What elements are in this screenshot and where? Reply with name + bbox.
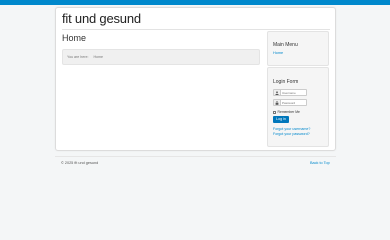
password-input[interactable] <box>282 100 306 105</box>
lock-icon <box>274 100 281 105</box>
menu-item-home[interactable]: Home <box>273 51 283 55</box>
breadcrumb-current: Home <box>93 55 104 59</box>
forgot-password-link[interactable]: Forgot your password? <box>273 132 310 136</box>
remember-me-checkbox[interactable] <box>273 110 276 114</box>
footer-divider <box>55 156 336 157</box>
page-title: Home <box>62 33 87 43</box>
breadcrumb: You are here: Home <box>62 49 260 65</box>
password-field[interactable] <box>273 99 307 106</box>
main-menu-module: Main Menu Home <box>267 31 329 66</box>
top-accent-bar <box>0 0 390 5</box>
user-icon <box>274 90 281 95</box>
login-button[interactable]: Log in <box>273 116 289 123</box>
remember-me-label: Remember Me <box>277 110 300 114</box>
breadcrumb-prefix: You are here: <box>67 55 89 59</box>
username-input[interactable] <box>282 90 306 95</box>
back-to-top-link[interactable]: Back to Top <box>310 161 330 165</box>
main-menu-title: Main Menu <box>273 42 298 48</box>
login-form-module: Login Form Remember Me Log in Forgot you… <box>267 67 329 147</box>
page-container: fit und gesund Home You are here: Home M… <box>55 7 336 151</box>
username-field[interactable] <box>273 89 307 96</box>
header-divider <box>62 29 330 30</box>
site-title[interactable]: fit und gesund <box>62 11 141 26</box>
login-form-title: Login Form <box>273 79 299 85</box>
remember-me[interactable]: Remember Me <box>273 110 300 114</box>
footer-copyright: © 2025 fit und gesund <box>61 161 99 165</box>
forgot-username-link[interactable]: Forgot your username? <box>273 127 310 131</box>
